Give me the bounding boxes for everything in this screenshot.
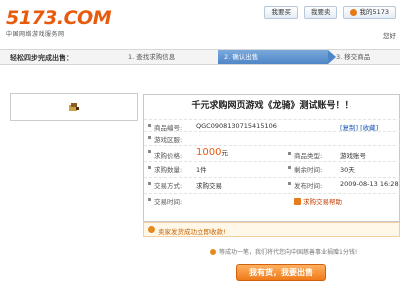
- qty-label: 求购数量:: [154, 166, 183, 174]
- row-qty: 求购数量: 1件 剩余时间: 30天: [144, 161, 400, 174]
- help-icon: [294, 197, 301, 205]
- step-deliver: 3. 移交商品: [336, 53, 371, 61]
- logo-subtitle: 中国网络游戏服务网: [6, 31, 65, 38]
- price-label: 求购价格:: [154, 152, 183, 160]
- loading-icon: [69, 103, 79, 111]
- type-label: 商品类型:: [294, 152, 323, 160]
- bullet-icon: [148, 166, 151, 169]
- method-label: 交易方式:: [154, 182, 183, 190]
- bullet-icon: [288, 166, 291, 169]
- charity-hint: 等成功一笔，我们将代您向中国慈善事业捐赠1分钱!: [210, 247, 357, 256]
- remain-value: 30天: [340, 166, 355, 174]
- price-amount: 1000: [196, 147, 222, 158]
- my-account-button[interactable]: 我的5173: [343, 6, 396, 19]
- bullet-icon: [148, 124, 151, 127]
- bullet-icon: [288, 152, 291, 155]
- site-logo[interactable]: 5173.COM 中国网络游戏服务网: [6, 7, 112, 38]
- pubtime-label: 发布时间:: [294, 182, 323, 190]
- listing-panel: 千元求购网页游戏《龙骑》测试账号！！ 商品编号: QGC090813071541…: [143, 94, 400, 222]
- id-value: QGC0908130715415106: [196, 122, 277, 130]
- trade-help-label: 求购交易帮助: [303, 198, 342, 206]
- info-icon: [148, 226, 155, 233]
- type-value: 游戏账号: [340, 152, 366, 160]
- my-account-label: 我的5173: [359, 8, 389, 16]
- method-value: 求购交易: [196, 182, 222, 190]
- site-header: 5173.COM 中国网络游戏服务网 我要买 我要卖 我的5173 您好: [0, 0, 400, 48]
- sell-top-button[interactable]: 我要卖: [303, 6, 338, 19]
- charity-hint-text: 等成功一笔，我们将代您向中国慈善事业捐赠1分钱!: [219, 249, 358, 256]
- row-id: 商品编号: QGC0908130715415106 [复制] [收藏]: [144, 119, 400, 132]
- heart-icon: [210, 248, 216, 255]
- logo-text: 5173: [6, 7, 57, 29]
- buy-button[interactable]: 我要买: [264, 6, 298, 19]
- trade-help-link[interactable]: 求购交易帮助: [294, 196, 342, 206]
- logo-domain: .COM: [56, 7, 112, 29]
- sell-now-button[interactable]: 我有货，我要出售: [236, 264, 326, 281]
- bullet-icon: [148, 182, 151, 185]
- step-find: 1. 查找求购信息: [122, 50, 218, 64]
- bullet-icon: [148, 136, 151, 139]
- row-price: 求购价格: 1000元 商品类型: 游戏账号: [144, 145, 400, 161]
- qty-value: 1件: [196, 166, 207, 174]
- steps-title: 轻松四步完成出售：: [10, 54, 73, 62]
- bullet-icon: [148, 150, 151, 153]
- top-nav: 我要买 我要卖 我的5173: [264, 6, 396, 19]
- notice-text: 卖家发货成功立即收款!: [158, 228, 226, 236]
- row-tradetime: 交易时间: 求购交易帮助: [144, 193, 400, 206]
- welcome-text: 您好: [383, 32, 396, 40]
- home-icon: [350, 9, 358, 16]
- steps-bar: 轻松四步完成出售： 1. 查找求购信息 2. 确认出售 3. 移交商品: [0, 49, 400, 65]
- region-label: 游戏区服:: [154, 136, 183, 144]
- price-unit: 元: [221, 149, 228, 157]
- product-thumbnail: [10, 93, 138, 121]
- row-region: 游戏区服:: [144, 131, 400, 144]
- step-confirm-active: 2. 确认出售: [218, 50, 336, 64]
- price-value: 1000元: [196, 147, 228, 158]
- bullet-icon: [288, 182, 291, 185]
- bullet-icon: [148, 198, 151, 201]
- row-method: 交易方式: 求购交易 发布时间: 2009-08-13 16:28: [144, 177, 400, 190]
- notice-bar: 卖家发货成功立即收款!: [143, 222, 400, 237]
- remain-label: 剩余时间:: [294, 166, 323, 174]
- tradetime-label: 交易时间:: [154, 198, 183, 206]
- pubtime-value: 2009-08-13 16:28: [340, 180, 399, 188]
- listing-title: 千元求购网页游戏《龙骑》测试账号！！: [191, 101, 354, 111]
